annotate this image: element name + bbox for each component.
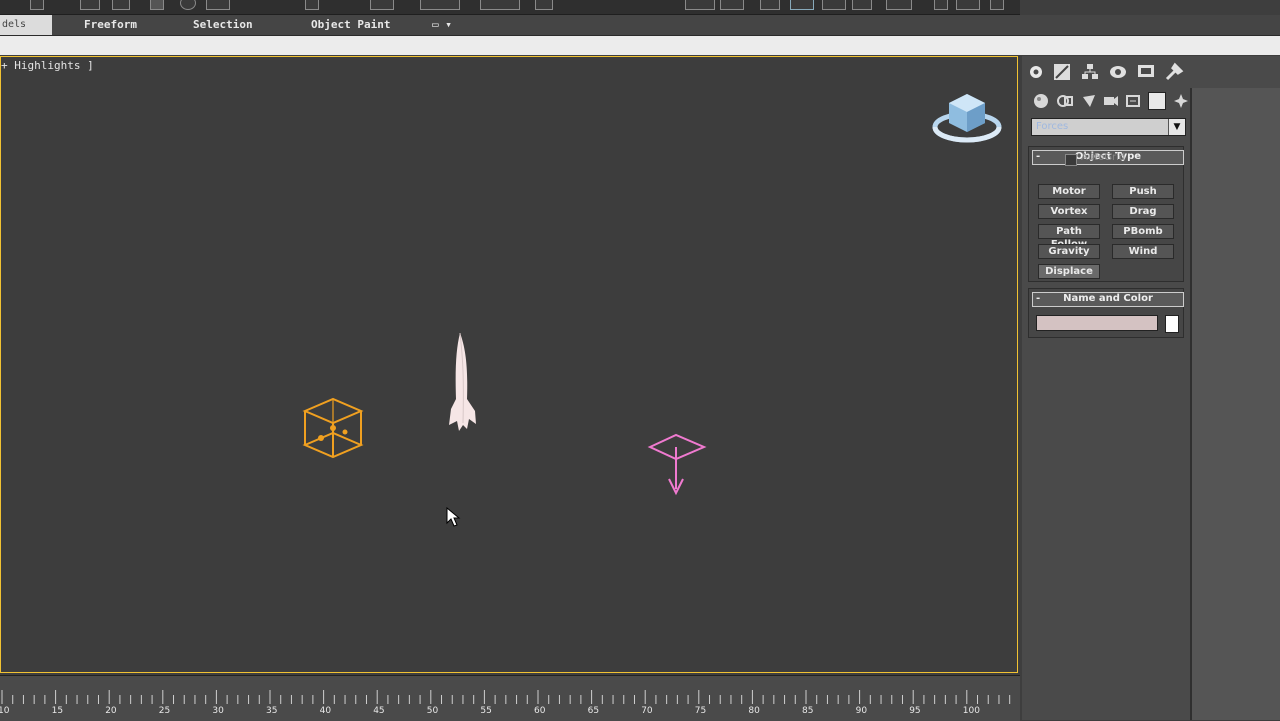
ruler-label: 80 xyxy=(748,706,760,716)
render-production-icon[interactable] xyxy=(852,0,872,10)
tab-selection[interactable]: Selection xyxy=(193,18,253,31)
cameras-category-icon[interactable] xyxy=(1102,92,1120,110)
systems-category-icon[interactable] xyxy=(1172,92,1190,110)
ruler-label: 100 xyxy=(962,706,980,716)
pbomb-button[interactable]: PBomb xyxy=(1112,224,1174,239)
create-panel-icon[interactable] xyxy=(1026,62,1046,82)
helpers-category-icon[interactable] xyxy=(1124,92,1142,110)
window-crossing-icon[interactable] xyxy=(112,0,130,10)
modify-panel-icon[interactable] xyxy=(1052,62,1072,82)
lights-category-icon[interactable] xyxy=(1080,92,1098,110)
space-warps-category-icon[interactable] xyxy=(1148,92,1166,110)
ruler-label: 35 xyxy=(266,706,278,716)
layer-icon[interactable] xyxy=(480,0,520,10)
snap-icon[interactable] xyxy=(305,0,319,10)
hierarchy-panel-icon[interactable] xyxy=(1080,62,1100,82)
scale-tool-icon[interactable] xyxy=(206,0,230,10)
ruler-label: 90 xyxy=(855,706,868,716)
mirror-icon[interactable] xyxy=(370,0,394,10)
viewcube-icon[interactable] xyxy=(931,87,1005,147)
align-icon[interactable] xyxy=(420,0,460,10)
ruler-label: 15 xyxy=(51,706,64,716)
name-and-color-rollout: - Name and Color xyxy=(1028,288,1184,338)
curve-editor-icon[interactable] xyxy=(535,0,553,10)
tab-freeform[interactable]: Freeform xyxy=(84,18,137,31)
displace-button[interactable]: Displace xyxy=(1038,264,1100,279)
utilities-panel-icon[interactable] xyxy=(1164,62,1184,82)
ruler-label: 75 xyxy=(694,706,707,716)
gravity-button[interactable]: Gravity xyxy=(1038,244,1100,259)
motion-panel-icon[interactable] xyxy=(1108,62,1128,82)
rendered-frame-icon[interactable] xyxy=(790,0,814,10)
online-help-icon[interactable] xyxy=(990,0,1004,10)
material-editor-icon[interactable] xyxy=(720,0,744,10)
name-and-color-title: Name and Color xyxy=(1063,293,1153,304)
mouse-cursor-icon xyxy=(446,507,461,527)
select-tool-icon[interactable] xyxy=(30,0,44,10)
viewport-label[interactable]: + Highlights ] xyxy=(1,59,94,72)
name-and-color-rollout-header[interactable]: - Name and Color xyxy=(1032,292,1184,307)
ruler-label: 70 xyxy=(641,706,653,716)
ruler-label: 25 xyxy=(158,706,171,716)
panel-right-column xyxy=(1192,88,1280,720)
tab-modeling[interactable]: dels xyxy=(0,15,52,35)
ruler-label: 60 xyxy=(534,706,546,716)
activeshade-icon[interactable] xyxy=(934,0,948,10)
autogrid-checkbox[interactable] xyxy=(1065,154,1077,166)
ribbon-tabs: dels Freeform Selection Object Paint ▭ ▾ xyxy=(0,15,1280,36)
render-icon[interactable] xyxy=(822,0,846,10)
move-tool-icon[interactable] xyxy=(150,0,164,10)
ruler-label: 55 xyxy=(480,706,492,716)
wind-button[interactable]: Wind xyxy=(1112,244,1174,259)
timeline-ruler[interactable]: 10 15 20 25 30 35 40 45 50 55 60 65 70 75 80 85 90 95 100 xyxy=(0,675,1020,721)
object-type-rollout: - Object Type AutoGrid Motor Push Vortex… xyxy=(1028,146,1184,282)
rect-select-icon[interactable] xyxy=(80,0,100,10)
path-follow-button[interactable]: Path Follow xyxy=(1038,224,1100,250)
category-dropdown[interactable]: Forces ▼ xyxy=(1031,118,1186,136)
drag-button[interactable]: Drag xyxy=(1112,204,1174,219)
gravity-gizmo[interactable] xyxy=(646,429,710,503)
ruler-label: 65 xyxy=(587,706,600,716)
rocket-object[interactable] xyxy=(441,329,491,444)
ribbon-panel xyxy=(0,36,1280,55)
display-panel-icon[interactable] xyxy=(1136,62,1156,82)
geometry-category-icon[interactable] xyxy=(1032,92,1050,110)
rotate-tool-icon[interactable] xyxy=(180,0,196,10)
push-button[interactable]: Push xyxy=(1112,184,1174,199)
ruler-ticks xyxy=(1,690,1011,704)
ruler-label: 40 xyxy=(319,706,332,716)
render-iterative-icon[interactable] xyxy=(886,0,912,10)
render-frame-window-icon[interactable] xyxy=(956,0,980,10)
object-color-swatch[interactable] xyxy=(1165,315,1179,333)
ruler-label: 10 xyxy=(0,706,10,716)
motor-button[interactable]: Motor xyxy=(1038,184,1100,199)
category-dropdown-value: Forces xyxy=(1036,121,1069,132)
main-toolbar xyxy=(0,0,1020,15)
schematic-icon[interactable] xyxy=(685,0,715,10)
command-panel: Forces ▼ - Object Type AutoGrid Motor Pu… xyxy=(1022,56,1280,720)
selected-box-object[interactable] xyxy=(299,395,369,465)
chevron-down-icon[interactable]: ▼ xyxy=(1168,119,1185,135)
shapes-category-icon[interactable] xyxy=(1056,92,1074,110)
ruler-label: 85 xyxy=(802,706,814,716)
perspective-viewport[interactable]: + Highlights ] xyxy=(0,56,1018,673)
ruler-label: 30 xyxy=(212,706,224,716)
ruler-label: 20 xyxy=(105,706,117,716)
tab-object-paint[interactable]: Object Paint xyxy=(311,18,390,31)
ruler-label: 50 xyxy=(426,706,439,716)
object-name-field[interactable] xyxy=(1036,315,1158,331)
render-setup-icon[interactable] xyxy=(760,0,780,10)
vortex-button[interactable]: Vortex xyxy=(1038,204,1100,219)
ruler-label: 95 xyxy=(909,706,921,716)
autogrid-label: AutoGrid xyxy=(1081,152,1126,163)
ribbon-options-menu[interactable]: ▭ ▾ xyxy=(432,18,452,31)
ruler-label: 45 xyxy=(373,706,385,716)
